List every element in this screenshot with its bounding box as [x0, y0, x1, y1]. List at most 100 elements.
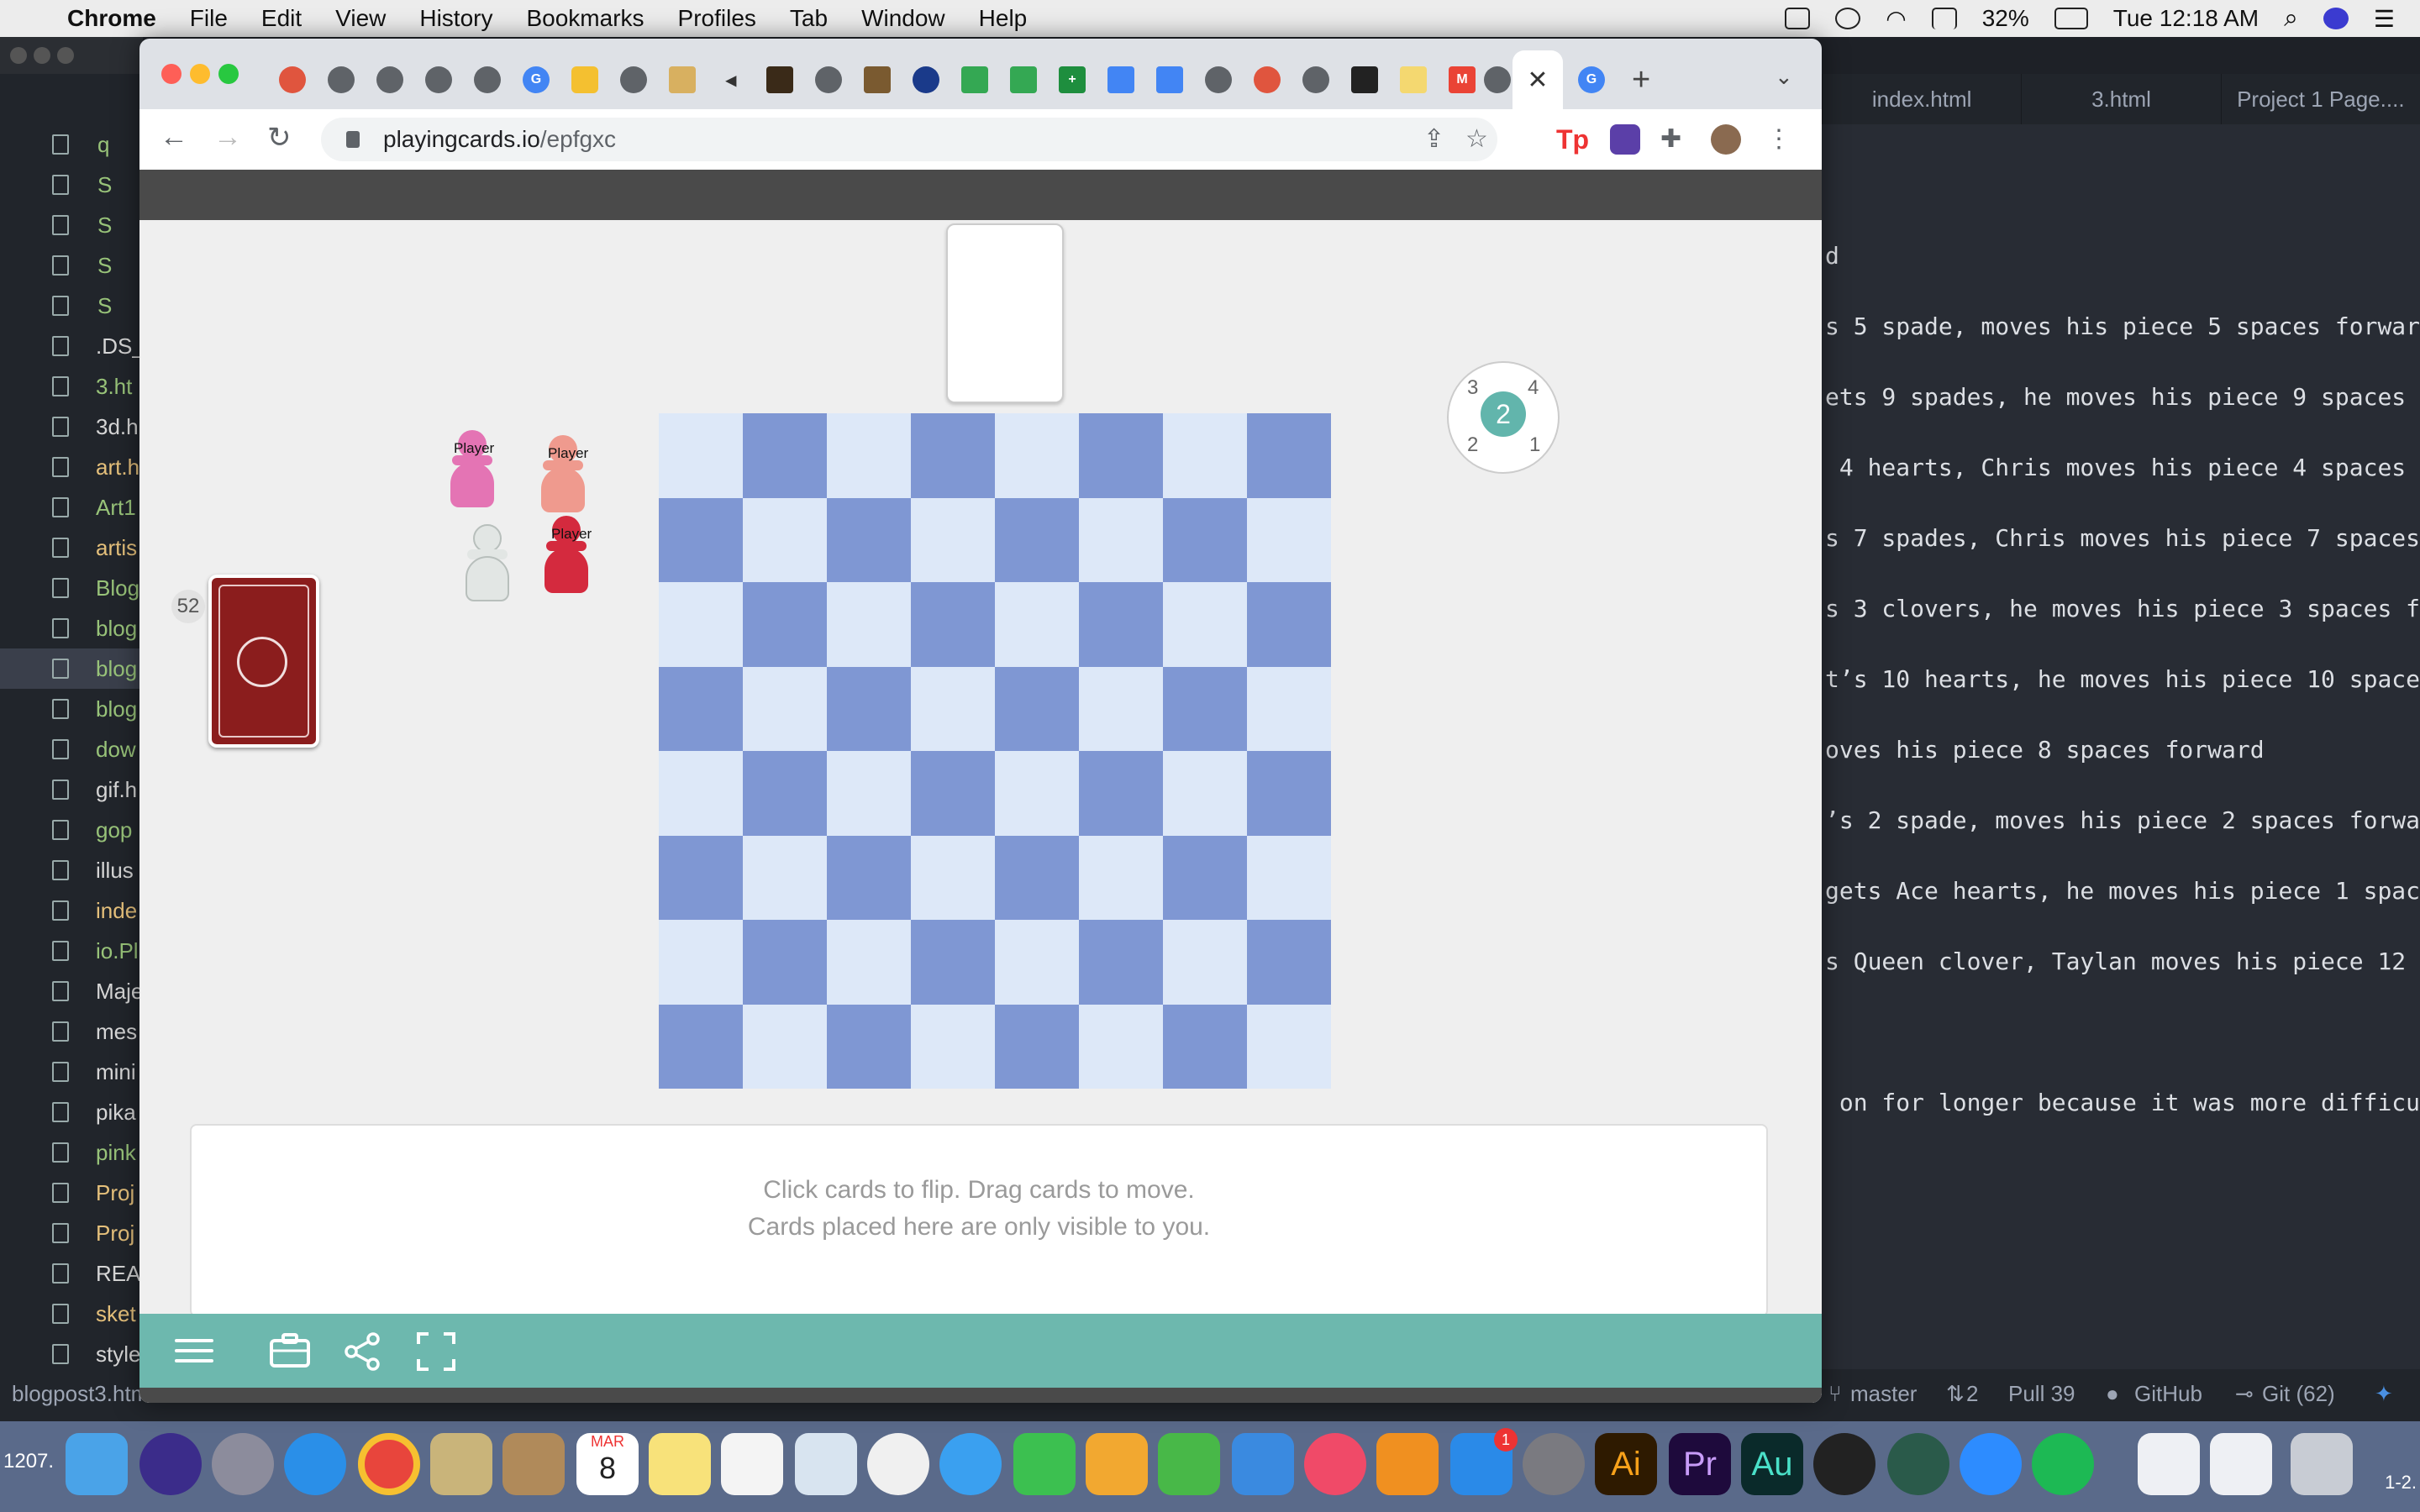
board-square[interactable] — [1247, 920, 1331, 1005]
checker-board[interactable] — [659, 413, 1331, 1089]
gmail-icon[interactable]: M — [1449, 66, 1476, 93]
lock-icon[interactable] — [346, 131, 360, 148]
file-item[interactable]: mini — [0, 1052, 143, 1092]
red-pawn[interactable]: Player — [541, 516, 592, 595]
tab-close-icon[interactable]: ✕ — [1527, 66, 1548, 95]
address-bar[interactable]: playingcards.io/epfgxc ⇪ ☆ — [321, 118, 1497, 161]
status-github[interactable]: GitHub — [2134, 1381, 2202, 1407]
illustrator-icon[interactable]: Ai — [1595, 1433, 1657, 1495]
code-line[interactable]: s 3 clovers, he moves his piece 3 spaces… — [1825, 595, 2420, 622]
board-square[interactable] — [659, 920, 743, 1005]
tab-favicon[interactable] — [766, 66, 793, 93]
board-square[interactable] — [743, 835, 827, 920]
app-store-icon[interactable]: 1 — [1450, 1428, 1518, 1495]
tab-favicon[interactable] — [1205, 66, 1232, 93]
board-square[interactable] — [743, 920, 827, 1005]
calendar-icon[interactable]: MAR 8 — [576, 1433, 639, 1495]
back-arrow-icon[interactable]: ← — [160, 121, 188, 154]
menu-edit[interactable]: Edit — [261, 5, 302, 32]
file-item[interactable]: S — [0, 165, 143, 205]
launchpad-icon[interactable] — [212, 1433, 274, 1495]
file-item[interactable]: mes — [0, 1011, 143, 1052]
file-item[interactable]: blog — [0, 608, 143, 648]
reminders-icon[interactable] — [721, 1433, 783, 1495]
facetime-icon[interactable] — [1013, 1433, 1076, 1495]
file-item[interactable]: REA — [0, 1253, 143, 1294]
finder-icon[interactable] — [66, 1433, 128, 1495]
menu-file[interactable]: File — [190, 5, 228, 32]
extension-icon[interactable] — [1610, 124, 1640, 155]
notes-icon[interactable] — [649, 1433, 711, 1495]
board-square[interactable] — [827, 582, 911, 667]
tab-favicon[interactable] — [1484, 66, 1511, 93]
board-square[interactable] — [1079, 920, 1163, 1005]
books-icon[interactable] — [1376, 1433, 1439, 1495]
google-tab-icon[interactable]: G — [523, 66, 550, 93]
photos-icon[interactable] — [867, 1433, 929, 1495]
board-square[interactable] — [1079, 835, 1163, 920]
status-git[interactable]: Git (62) — [2262, 1381, 2335, 1407]
board-square[interactable] — [911, 497, 995, 582]
speaker-icon[interactable]: ◂ — [718, 66, 744, 93]
github-desktop-icon[interactable] — [1813, 1433, 1876, 1495]
status-sync-count[interactable]: 2 — [1966, 1381, 1978, 1407]
google-docs-icon[interactable] — [1107, 66, 1134, 93]
code-line[interactable]: s 7 spades, Chris moves his piece 7 spac… — [1825, 524, 2420, 552]
board-square[interactable] — [1247, 497, 1331, 582]
board-square[interactable] — [1079, 666, 1163, 751]
board-square[interactable] — [1163, 582, 1247, 667]
status-branch[interactable]: master — [1850, 1381, 1917, 1407]
board-square[interactable] — [911, 666, 995, 751]
board-square[interactable] — [1163, 666, 1247, 751]
audition-icon[interactable]: Au — [1741, 1433, 1803, 1495]
file-item[interactable]: io.Pl — [0, 931, 143, 971]
code-line[interactable]: s Queen clover, Taylan moves his piece 1… — [1825, 948, 2406, 975]
board-square[interactable] — [827, 1004, 911, 1089]
tab-favicon[interactable] — [1400, 66, 1427, 93]
board-square[interactable] — [911, 920, 995, 1005]
board-square[interactable] — [827, 920, 911, 1005]
forward-arrow-icon[interactable]: → — [213, 121, 242, 154]
tab-favicon[interactable] — [669, 66, 696, 93]
board-square[interactable] — [743, 497, 827, 582]
editor-tab[interactable]: 3.html — [2021, 74, 2220, 124]
zoom-icon[interactable] — [1960, 1433, 2022, 1495]
music-icon[interactable] — [1304, 1433, 1366, 1495]
share-icon[interactable] — [343, 1332, 381, 1371]
file-item[interactable]: sket — [0, 1294, 143, 1334]
editor-minimize-dot[interactable] — [34, 47, 50, 64]
board-square[interactable] — [1079, 413, 1163, 498]
google-drive-icon[interactable] — [961, 66, 988, 93]
board-square[interactable] — [659, 835, 743, 920]
zoom-status-icon[interactable] — [1785, 8, 1811, 29]
private-hand-area[interactable]: Click cards to flip. Drag cards to move.… — [190, 1124, 1768, 1317]
board-square[interactable] — [743, 1004, 827, 1089]
board-square[interactable] — [743, 666, 827, 751]
board-square[interactable] — [827, 497, 911, 582]
file-item[interactable]: 3.ht — [0, 366, 143, 407]
file-item[interactable]: q — [0, 124, 143, 165]
tab-search-chevron-icon[interactable]: ⌄ — [1775, 64, 1793, 90]
white-pawn[interactable] — [462, 524, 513, 603]
active-tab[interactable]: ✕ — [1512, 50, 1563, 109]
editor-tab[interactable]: index.html — [1822, 74, 2021, 124]
google-drive-icon[interactable] — [1010, 66, 1037, 93]
tab-favicon[interactable] — [328, 66, 355, 93]
file-item[interactable]: pink — [0, 1132, 143, 1173]
code-line[interactable]: ets 9 spades, he moves his piece 9 space… — [1825, 383, 2406, 411]
board-square[interactable] — [827, 835, 911, 920]
menubar-clock[interactable]: Tue 12:18 AM — [2113, 5, 2259, 32]
tab-favicon[interactable] — [1351, 66, 1378, 93]
file-item[interactable]: style — [0, 1334, 143, 1374]
app-menu[interactable]: Chrome — [67, 5, 156, 32]
board-square[interactable] — [743, 751, 827, 836]
menu-bookmarks[interactable]: Bookmarks — [526, 5, 644, 32]
board-square[interactable] — [995, 1004, 1079, 1089]
mail-app-icon[interactable] — [430, 1433, 492, 1495]
file-item[interactable]: Blog — [0, 568, 143, 608]
file-item[interactable]: dow — [0, 729, 143, 769]
file-item[interactable]: gif.h — [0, 769, 143, 810]
board-square[interactable] — [995, 666, 1079, 751]
code-line[interactable]: s 5 spade, moves his piece 5 spaces forw… — [1825, 312, 2420, 340]
board-square[interactable] — [995, 497, 1079, 582]
